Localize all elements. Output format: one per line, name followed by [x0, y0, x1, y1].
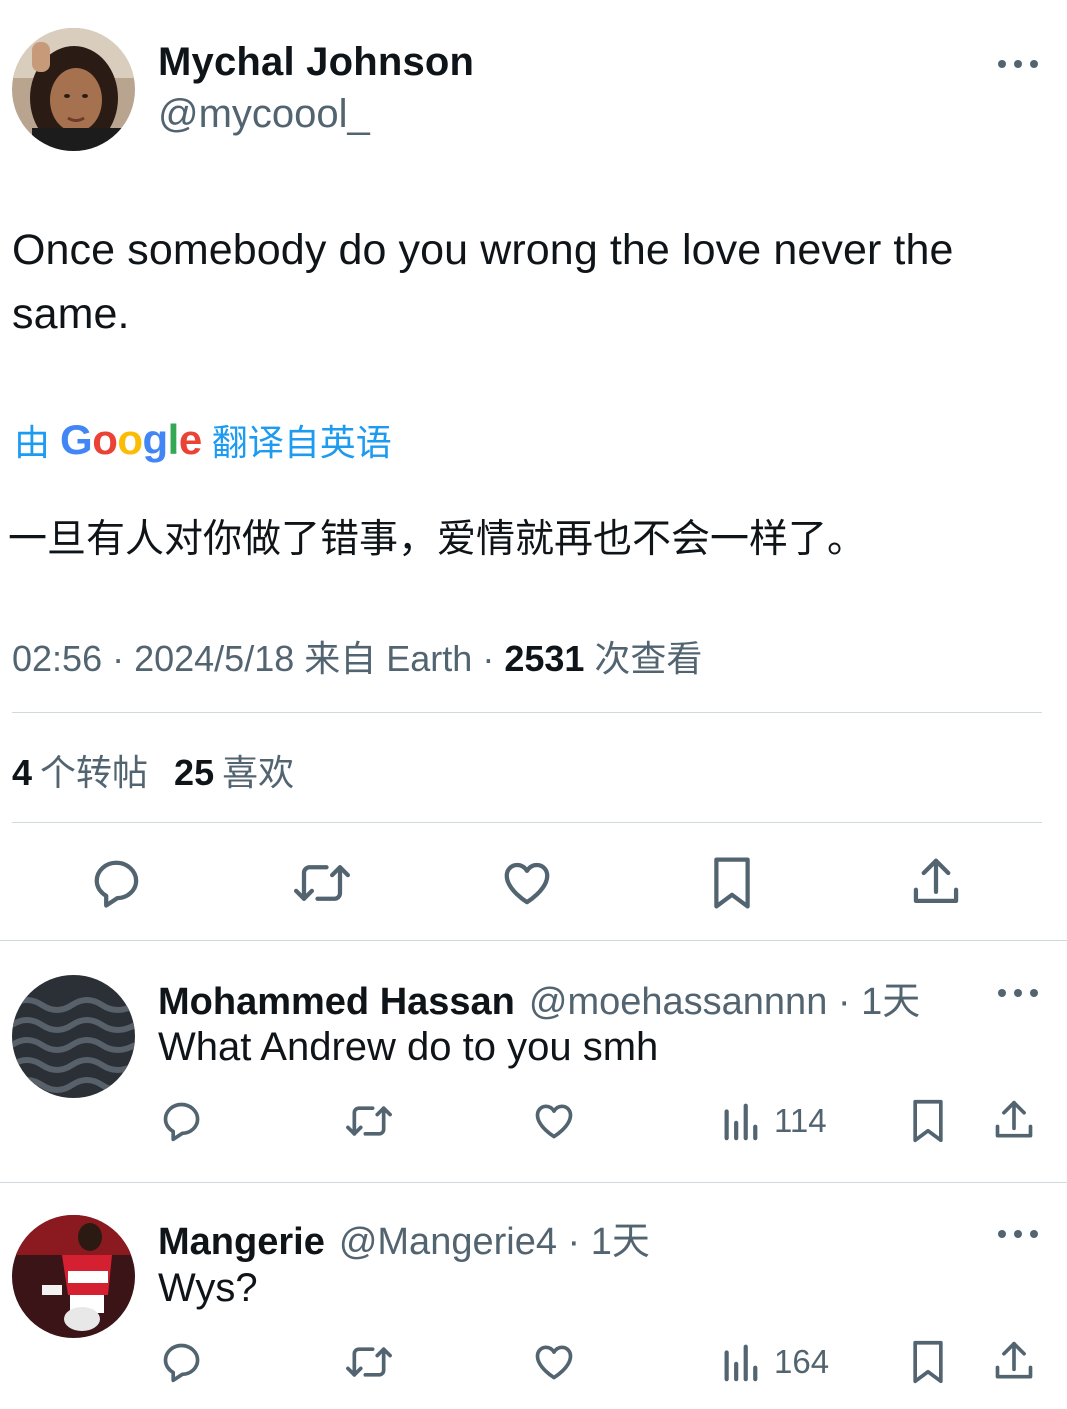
retweet-icon[interactable]: [344, 1099, 394, 1143]
share-icon[interactable]: [908, 854, 964, 912]
like-icon[interactable]: [532, 1340, 576, 1384]
retweet-icon[interactable]: [292, 856, 352, 910]
share-icon[interactable]: [992, 1097, 1036, 1145]
google-logo: Google: [60, 416, 202, 463]
more-options-icon[interactable]: [998, 1228, 1038, 1240]
view-count: 2531: [504, 638, 585, 679]
share-icon[interactable]: [992, 1338, 1036, 1386]
translate-prefix: 由: [14, 422, 51, 463]
retweet-icon[interactable]: [344, 1340, 394, 1384]
views-count: 164: [774, 1343, 830, 1380]
reply-author-name[interactable]: Mangerie: [158, 1221, 325, 1264]
reply-header: Mohammed Hassan @moehassannnn · 1天: [158, 970, 920, 1025]
author-name[interactable]: Mychal Johnson: [158, 40, 474, 85]
reply-text: What Andrew do to you smh: [158, 1025, 659, 1069]
tweet-meta: 02:56 · 2024/5/18 来自 Earth · 2531 次查看: [12, 638, 703, 679]
more-options-icon[interactable]: [998, 987, 1038, 999]
reply-author-name[interactable]: Mohammed Hassan: [158, 981, 515, 1024]
reply-header: Mangerie @Mangerie4 · 1天: [158, 1210, 650, 1265]
reply-icon[interactable]: [90, 856, 144, 910]
more-options-icon[interactable]: [998, 58, 1038, 70]
tweet-source: 来自 Earth: [294, 638, 473, 679]
reply-avatar[interactable]: [12, 1215, 135, 1338]
reply-text: Wys?: [158, 1266, 258, 1310]
translate-suffix: 翻译自英语: [211, 422, 392, 463]
divider: [0, 1182, 1067, 1183]
tweet-text: Once somebody do you wrong the love neve…: [12, 226, 954, 338]
author-handle[interactable]: @mycoool_: [158, 92, 370, 137]
likes-stat[interactable]: 25 喜欢: [174, 744, 294, 796]
bookmark-icon[interactable]: [906, 1338, 950, 1386]
reply-avatar[interactable]: [12, 975, 135, 1098]
analytics-icon: [724, 1103, 758, 1141]
bookmark-icon[interactable]: [906, 1097, 950, 1145]
views-stat[interactable]: 114: [720, 1100, 827, 1142]
divider: [0, 940, 1067, 941]
reposts-stat[interactable]: 4 个转帖: [12, 744, 148, 796]
author-avatar[interactable]: [12, 28, 135, 151]
translated-text: 一旦有人对你做了错事，爱情就再也不会一样了。: [8, 518, 867, 561]
reply-icon[interactable]: [160, 1340, 204, 1384]
tweet-date[interactable]: 2024/5/18: [134, 638, 294, 679]
divider: [12, 822, 1042, 823]
tweet-time[interactable]: 02:56: [12, 638, 102, 679]
translation-attribution[interactable]: 由 Google 翻译自英语: [14, 414, 392, 466]
like-icon[interactable]: [532, 1099, 576, 1143]
divider: [12, 712, 1042, 713]
bookmark-icon[interactable]: [705, 854, 759, 912]
tweet-stats: 4 个转帖 25 喜欢: [12, 744, 294, 796]
reply-handle-time[interactable]: @Mangerie4 · 1天: [339, 1210, 650, 1265]
views-stat[interactable]: 164: [720, 1341, 829, 1383]
views-count: 114: [774, 1102, 827, 1139]
analytics-icon: [724, 1344, 758, 1382]
reply-icon[interactable]: [160, 1099, 204, 1143]
reply-handle-time[interactable]: @moehassannnn · 1天: [529, 970, 920, 1025]
view-count-label: 次查看: [584, 638, 703, 679]
like-icon[interactable]: [500, 856, 554, 910]
